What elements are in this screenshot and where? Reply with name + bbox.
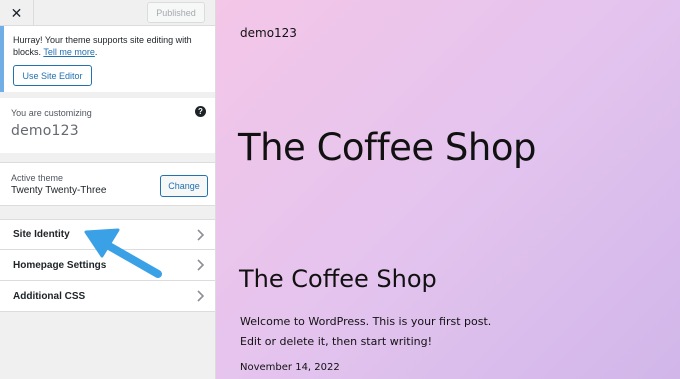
menu-item-additional-css[interactable]: Additional CSS	[0, 281, 215, 312]
notice-text: Hurray! Your theme supports site editing…	[13, 35, 192, 57]
active-theme-section: Active theme Twenty Twenty-Three Change	[0, 162, 215, 206]
menu-item-site-identity[interactable]: Site Identity	[0, 219, 215, 250]
close-button[interactable]: ✕	[0, 0, 34, 26]
preview-hero-title: The Coffee Shop	[238, 126, 536, 169]
tell-me-more-link[interactable]: Tell me more	[43, 47, 95, 57]
change-theme-button[interactable]: Change	[160, 175, 208, 197]
site-preview: demo123 The Coffee Shop The Coffee Shop …	[216, 0, 680, 379]
chevron-right-icon	[197, 229, 205, 241]
preview-site-title[interactable]: demo123	[240, 26, 297, 40]
menu-item-label: Additional CSS	[13, 290, 86, 302]
menu-item-homepage-settings[interactable]: Homepage Settings	[0, 250, 215, 281]
customizer-menu: Site Identity Homepage Settings Addition…	[0, 219, 215, 312]
customizing-info: You are customizing demo123 ?	[0, 98, 215, 153]
customizer-header: ✕ Published	[0, 0, 215, 26]
customizing-site-name: demo123	[11, 123, 79, 139]
published-button[interactable]: Published	[147, 2, 205, 23]
menu-item-label: Site Identity	[13, 229, 70, 240]
excerpt-line: Welcome to WordPress. This is your first…	[240, 315, 492, 328]
use-site-editor-button[interactable]: Use Site Editor	[13, 65, 92, 86]
help-icon[interactable]: ?	[195, 106, 206, 117]
excerpt-line: Edit or delete it, then start writing!	[240, 335, 433, 348]
site-editing-notice: Hurray! Your theme supports site editing…	[0, 26, 215, 92]
close-icon: ✕	[10, 4, 23, 21]
preview-post-date: November 14, 2022	[240, 362, 340, 373]
menu-item-label: Homepage Settings	[13, 259, 107, 271]
notice-period: .	[94, 47, 98, 57]
preview-post-title[interactable]: The Coffee Shop	[239, 265, 437, 293]
chevron-right-icon	[197, 290, 205, 302]
preview-post-excerpt: Welcome to WordPress. This is your first…	[240, 312, 491, 352]
customizing-label: You are customizing	[11, 108, 92, 118]
chevron-right-icon	[197, 259, 205, 271]
customizer-sidebar: ✕ Published Hurray! Your theme supports …	[0, 0, 216, 379]
